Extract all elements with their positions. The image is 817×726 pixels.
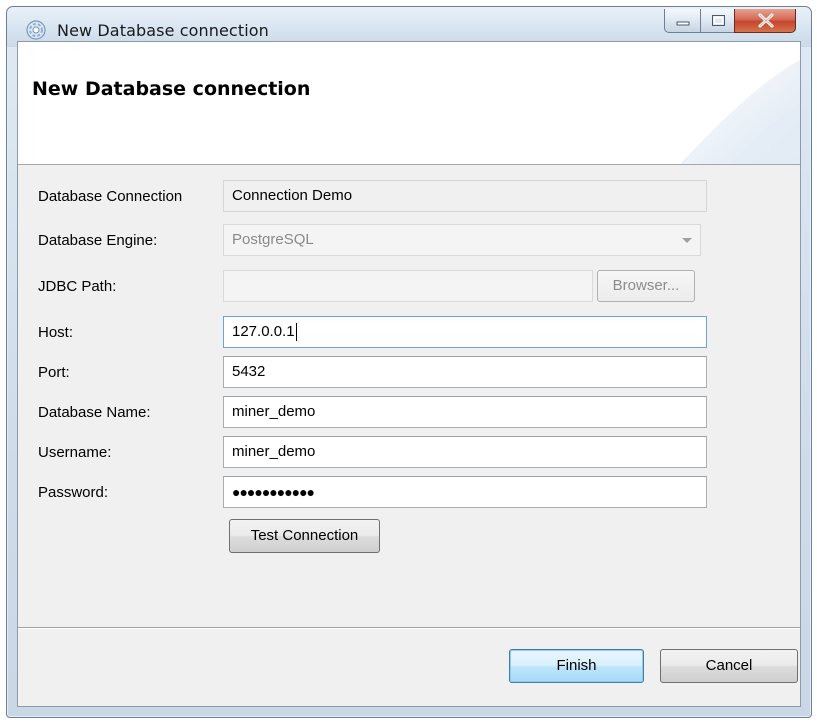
close-icon <box>758 13 774 28</box>
window-title: New Database connection <box>57 21 269 40</box>
host-label: Host: <box>38 324 74 341</box>
close-button[interactable] <box>734 9 796 33</box>
database-engine-value: PostgreSQL <box>232 231 314 248</box>
database-connection-field: Connection Demo <box>223 180 707 212</box>
header-banner: New Database connection <box>18 42 800 165</box>
row-database-engine: Database Engine: PostgreSQL <box>18 224 802 258</box>
app-icon <box>25 19 47 41</box>
finish-button[interactable]: Finish <box>509 649 644 683</box>
maximize-button[interactable] <box>700 9 735 33</box>
database-engine-select[interactable]: PostgreSQL <box>223 224 701 256</box>
password-input[interactable]: ●●●●●●●●●●● <box>223 476 707 508</box>
host-input[interactable]: 127.0.0.1 <box>223 316 707 348</box>
row-username: Username: miner_demo <box>18 436 802 470</box>
row-database-name: Database Name: miner_demo <box>18 396 802 430</box>
footer-separator <box>18 627 800 629</box>
dialog-window: New Database connection New Database con… <box>6 6 812 718</box>
minimize-button[interactable] <box>664 9 701 33</box>
database-name-label: Database Name: <box>38 404 151 421</box>
banner-title: New Database connection <box>32 78 311 100</box>
dialog-client-area: New Database connection Database Connect… <box>17 41 801 707</box>
row-database-connection: Database Connection Connection Demo <box>18 180 802 214</box>
maximize-icon <box>712 15 725 26</box>
jdbc-path-field[interactable] <box>223 270 593 302</box>
database-name-input[interactable]: miner_demo <box>223 396 707 428</box>
text-cursor <box>295 323 297 342</box>
port-label: Port: <box>38 364 70 381</box>
database-connection-label: Database Connection <box>38 188 183 205</box>
chevron-down-icon <box>682 238 692 243</box>
password-label: Password: <box>38 484 109 501</box>
cancel-button[interactable]: Cancel <box>660 649 798 683</box>
username-input[interactable]: miner_demo <box>223 436 707 468</box>
test-connection-button[interactable]: Test Connection <box>229 519 380 553</box>
jdbc-path-label: JDBC Path: <box>38 278 117 295</box>
banner-decoration <box>680 60 800 164</box>
row-jdbc-path: JDBC Path: Browser... <box>18 270 802 304</box>
browse-button[interactable]: Browser... <box>597 270 695 302</box>
database-engine-label: Database Engine: <box>38 232 158 249</box>
row-host: Host: 127.0.0.1 <box>18 316 802 350</box>
host-value: 127.0.0.1 <box>232 323 295 340</box>
minimize-icon <box>676 21 690 26</box>
row-port: Port: 5432 <box>18 356 802 390</box>
username-label: Username: <box>38 444 112 461</box>
row-password: Password: ●●●●●●●●●●● <box>18 476 802 510</box>
port-input[interactable]: 5432 <box>223 356 707 388</box>
